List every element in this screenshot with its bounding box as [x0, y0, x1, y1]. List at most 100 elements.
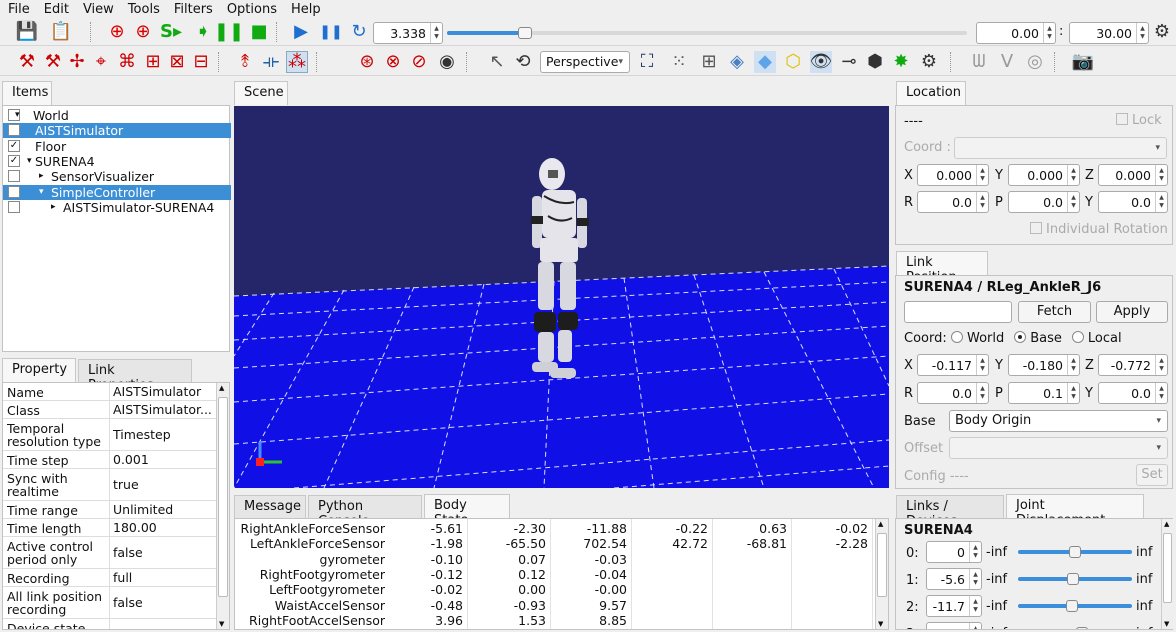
location-coord-select[interactable]: ▾: [954, 137, 1167, 159]
joint-slider-handle[interactable]: [1065, 600, 1078, 612]
ik-icon[interactable]: ⌘: [116, 51, 138, 73]
location-yaw-field[interactable]: 0.0 ▲ ▼: [1098, 191, 1168, 213]
property-value[interactable]: 0.001: [113, 453, 219, 467]
property-row[interactable]: Time step 0.001: [3, 451, 229, 469]
tree-checkbox[interactable]: ✓: [8, 154, 20, 167]
property-value[interactable]: AISTSimulator...: [113, 403, 219, 417]
apply-button[interactable]: Apply: [1096, 301, 1168, 323]
menu-filters[interactable]: Filters: [166, 2, 219, 17]
tree-item-sensorvisualizer[interactable]: ▸ SensorVisualizer: [3, 169, 231, 184]
coord-radio-world[interactable]: World: [951, 331, 1004, 346]
link-yaw-field[interactable]: 0.0 ▲ ▼: [1098, 382, 1168, 404]
body-icon-2[interactable]: ⚒: [42, 51, 64, 73]
menu-edit[interactable]: Edit: [36, 2, 75, 17]
joint-value-field[interactable]: -5.6 ▲ ▼: [926, 568, 982, 590]
coord-radio-local[interactable]: Local: [1071, 331, 1122, 346]
link-x-field[interactable]: -0.117 ▲ ▼: [917, 354, 989, 376]
vector-icon[interactable]: V: [996, 51, 1018, 73]
tab-link-position[interactable]: Link Position: [896, 251, 988, 285]
continue-simulation-icon[interactable]: ➧: [192, 21, 214, 43]
property-value[interactable]: false: [113, 546, 219, 560]
link-y-field[interactable]: -0.180 ▲ ▼: [1008, 354, 1080, 376]
menu-view[interactable]: View: [75, 2, 120, 17]
target-icon[interactable]: ◉: [436, 51, 458, 73]
spin-arrows-icon[interactable]: ▲▼: [969, 596, 981, 616]
tree-expander-icon[interactable]: ▸: [51, 200, 56, 215]
points-icon[interactable]: ⁙: [668, 51, 690, 73]
refresh-icon[interactable]: ↻: [348, 21, 370, 43]
config-icon[interactable]: ⚙: [918, 51, 940, 73]
collision-icon-1[interactable]: ⊛: [356, 51, 378, 73]
pause-simulation-icon[interactable]: ❚❚: [214, 21, 244, 43]
light-icon[interactable]: ✸: [890, 51, 912, 73]
location-pitch-field[interactable]: 0.0 ▲ ▼: [1008, 191, 1080, 213]
spin-arrows-icon[interactable]: ▲▼: [969, 623, 981, 629]
coord-radio-base[interactable]: Base: [1014, 331, 1062, 346]
fetch-button[interactable]: Fetch: [1018, 301, 1091, 323]
property-value[interactable]: AISTSimulator: [113, 385, 219, 399]
property-row[interactable]: Time range Unlimited: [3, 501, 229, 519]
pose-icon-3[interactable]: ⊟: [190, 51, 212, 73]
joint-icon[interactable]: ⌖: [90, 51, 112, 73]
collision-icon-2[interactable]: ⊗: [382, 51, 404, 73]
joint-slider-handle[interactable]: [1069, 546, 1081, 558]
tab-body-state[interactable]: Body State: [424, 494, 510, 528]
toggle-icon[interactable]: ⊸: [838, 51, 860, 73]
menu-file[interactable]: File: [0, 2, 36, 17]
property-row[interactable]: Active control period only false: [3, 537, 229, 569]
time-spinbox[interactable]: 3.338 ▲ ▼: [373, 22, 443, 44]
tree-checkbox[interactable]: [8, 124, 20, 137]
radio-icon[interactable]: [1014, 331, 1027, 343]
link-name-input[interactable]: [904, 301, 1012, 323]
pose-icon-2[interactable]: ⊠: [166, 51, 188, 73]
property-row[interactable]: Class AISTSimulator...: [3, 401, 229, 419]
tree-expander-icon[interactable]: ▾: [15, 108, 20, 123]
tree-checkbox[interactable]: [8, 170, 20, 183]
time-slider-handle[interactable]: [518, 27, 532, 39]
link-z-field[interactable]: -0.772 ▲ ▼: [1098, 354, 1168, 376]
tree-item-floor[interactable]: ✓ Floor: [3, 139, 231, 154]
property-scrollbar[interactable]: ▲ ▼: [216, 383, 229, 629]
radio-icon[interactable]: [1071, 331, 1084, 343]
joint-value-field[interactable]: 44.1▲▼: [926, 622, 982, 629]
property-row[interactable]: Sync with realtime true: [3, 469, 229, 501]
restart-simulation-icon[interactable]: ⊕: [132, 21, 154, 43]
tree-item-simplecontroller[interactable]: ▾ SimpleController: [3, 184, 231, 200]
color-icon[interactable]: ⬡: [782, 51, 804, 73]
tab-scene[interactable]: Scene: [234, 81, 288, 105]
settings-gear-icon[interactable]: ⚙: [1151, 21, 1173, 43]
property-row[interactable]: Name AISTSimulator: [3, 383, 229, 401]
link-pitch-field[interactable]: 0.1 ▲ ▼: [1008, 382, 1080, 404]
offset-select[interactable]: ▾: [949, 437, 1168, 459]
joint-slider-handle[interactable]: [1075, 627, 1088, 629]
joint-value-field[interactable]: -11.7 ▲ ▼: [926, 595, 982, 617]
individual-rotation-checkbox[interactable]: Individual Rotation: [1030, 222, 1168, 237]
property-row[interactable]: Temporal resolution type Timestep: [3, 419, 229, 451]
tree-checkbox[interactable]: [8, 200, 20, 213]
property-row[interactable]: Time length 180.00: [3, 519, 229, 537]
tree-expander-icon[interactable]: ▸: [39, 169, 44, 184]
balance-icon[interactable]: ⟛: [260, 51, 282, 73]
initialize-simulation-icon[interactable]: ⊕: [106, 21, 128, 43]
normals-icon[interactable]: ⬢: [864, 51, 886, 73]
start-simulation-icon[interactable]: S▸: [160, 21, 182, 43]
save-icon[interactable]: 💾: [16, 21, 38, 43]
time-range-end[interactable]: 30.00 ▲ ▼: [1069, 22, 1149, 44]
visibility-eye-icon[interactable]: 👁: [810, 51, 832, 73]
solid-icon[interactable]: ◈: [726, 51, 748, 73]
link-roll-field[interactable]: 0.0 ▲ ▼: [917, 382, 989, 404]
shaded-icon[interactable]: ◆: [754, 51, 776, 73]
tab-location[interactable]: Location: [896, 81, 966, 105]
projection-select[interactable]: Perspective ▾: [540, 51, 630, 73]
wave-icon[interactable]: ᗯ: [968, 51, 990, 73]
time-range-start[interactable]: 0.00 ▲ ▼: [976, 22, 1056, 44]
zmp-icon[interactable]: ⁂: [286, 51, 308, 73]
tree-item-world[interactable]: ▾ World: [3, 108, 231, 123]
tab-link-properties[interactable]: Link Properties: [78, 359, 192, 393]
load-icon[interactable]: 📋: [50, 21, 72, 43]
tree-item-surena4[interactable]: ✓ ▾ SURENA4: [3, 154, 231, 169]
view-mode-icon[interactable]: ⟲: [512, 51, 534, 73]
tab-python-console[interactable]: Python Console: [308, 495, 422, 529]
menu-tools[interactable]: Tools: [120, 2, 166, 17]
body-icon-1[interactable]: ⚒: [16, 51, 38, 73]
